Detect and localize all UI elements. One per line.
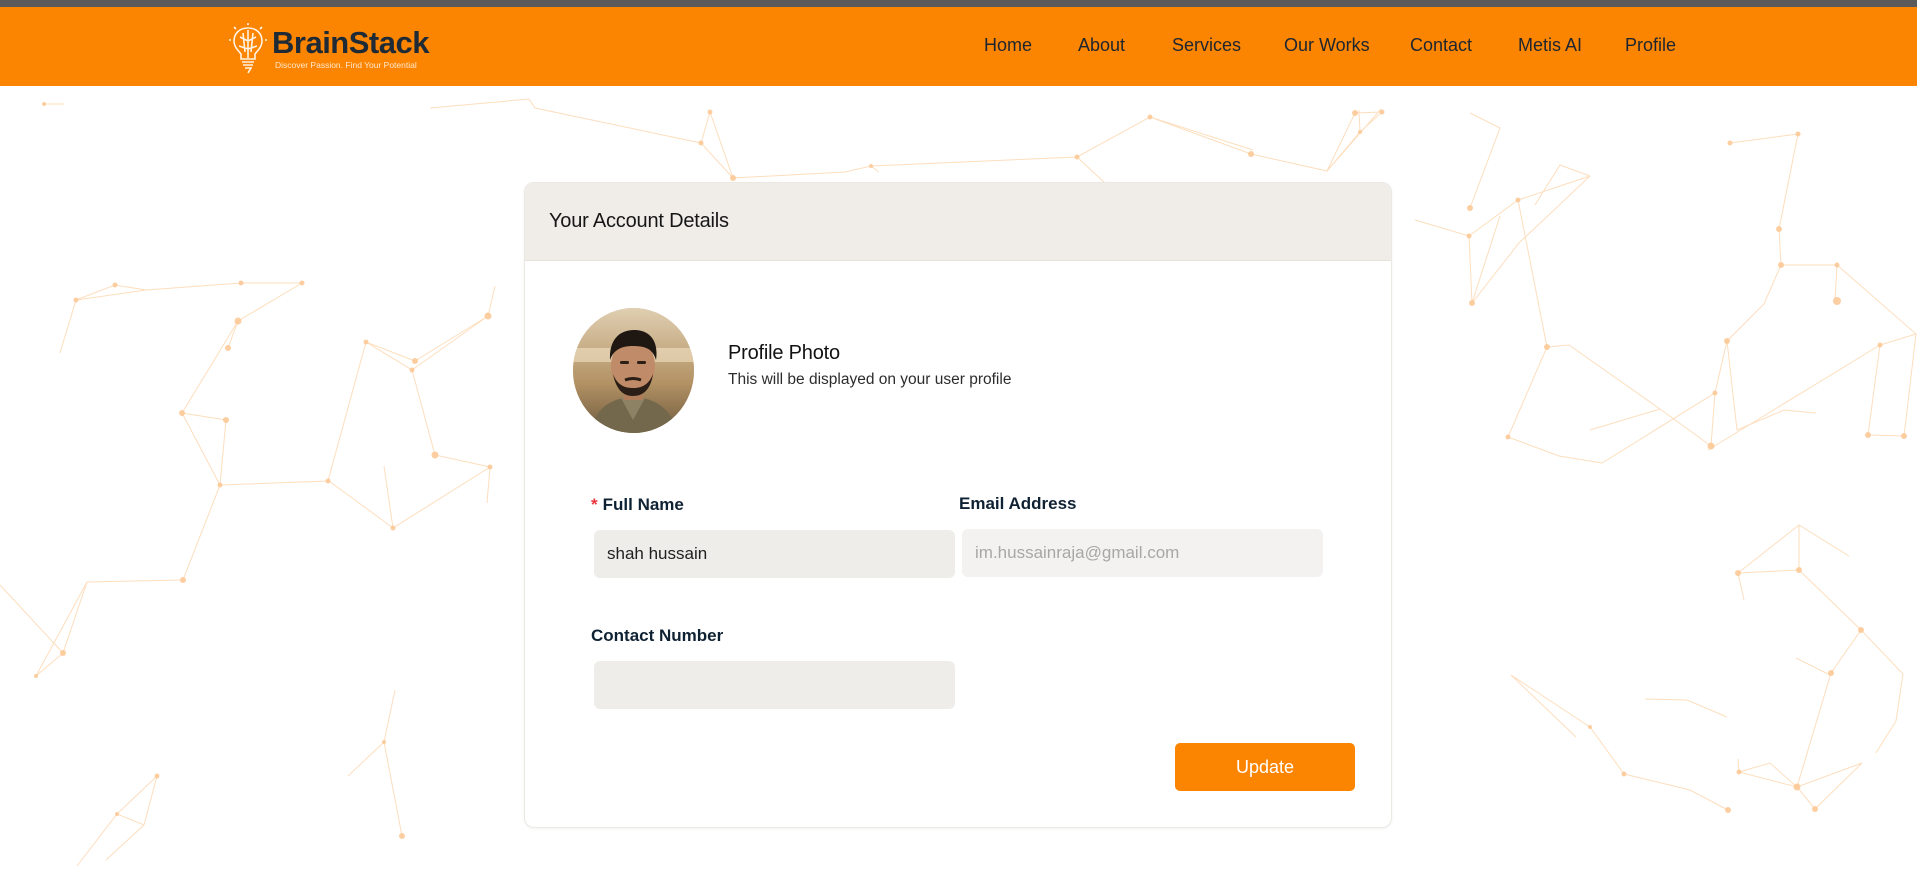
contact-number-label: Contact Number [591,626,724,645]
profile-photo-title: Profile Photo [728,342,840,364]
top-navbar: BrainStack Discover Passion. Find Your P… [0,7,1917,86]
card-title: Your Account Details [549,210,729,232]
brand-tagline: Discover Passion. Find Your Potential [275,60,417,70]
nav-our-works[interactable]: Our Works [1284,35,1370,56]
nav-metis-ai[interactable]: Metis AI [1518,35,1582,56]
email-input[interactable] [962,529,1323,577]
nav-contact[interactable]: Contact [1410,35,1472,56]
nav-home[interactable]: Home [984,35,1032,56]
contact-number-input[interactable] [594,661,955,709]
full-name-label: * Full Name [591,495,684,515]
nav-profile[interactable]: Profile [1625,35,1676,56]
profile-photo-section: Profile Photo This will be displayed on … [573,308,1011,433]
profile-photo-subtitle: This will be displayed on your user prof… [728,371,1012,388]
account-details-card: Your Account Details Profile Photo This … [524,182,1392,828]
full-name-label-text: Full Name [602,495,684,514]
card-header: Your Account Details [525,183,1391,261]
brand-logo[interactable]: BrainStack Discover Passion. Find Your P… [228,21,429,77]
window-top-strip [0,0,1917,7]
update-button[interactable]: Update [1175,743,1355,791]
avatar[interactable] [573,308,694,433]
avatar-portrait-icon [573,308,694,433]
brand-name: BrainStack [272,25,429,60]
brain-bulb-icon [229,23,267,74]
nav-services[interactable]: Services [1172,35,1241,56]
required-marker: * [591,495,598,514]
nav-about[interactable]: About [1078,35,1125,56]
full-name-input[interactable] [594,530,955,578]
email-label: Email Address [959,494,1077,513]
